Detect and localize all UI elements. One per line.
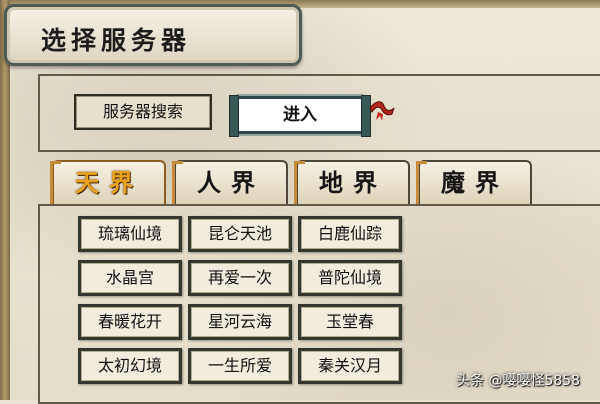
realm-tab-2[interactable]: 人界	[172, 160, 288, 204]
realm-tab-4[interactable]: 魔界	[416, 160, 532, 204]
page-title: 选择服务器	[41, 26, 192, 55]
enter-button-label: 进入	[283, 105, 317, 125]
realm-tab-label: 魔界	[441, 168, 509, 197]
enter-button[interactable]: 进入	[229, 95, 371, 137]
realm-tab-label: 天界	[75, 168, 143, 197]
server-button[interactable]: 太初幻境	[78, 348, 182, 384]
search-panel: 服务器搜索 进入	[38, 74, 600, 152]
realm-tabs: 天界 人界 地界 魔界	[50, 160, 592, 204]
server-button[interactable]: 玉堂春	[298, 304, 402, 340]
server-button[interactable]: 琉璃仙境	[78, 216, 182, 252]
server-button[interactable]: 星河云海	[188, 304, 292, 340]
realm-tab-label: 地界	[319, 168, 387, 197]
server-button[interactable]: 春暖花开	[78, 304, 182, 340]
game-screen: 选择服务器 服务器搜索 进入 天界 人界 地界 魔界 琉璃仙境 昆仑天池 白鹿仙踪水晶宫再…	[0, 0, 600, 404]
realm-tab-3[interactable]: 地界	[294, 160, 410, 204]
server-search-field[interactable]: 服务器搜索	[74, 94, 212, 130]
tab-corner-ornament	[294, 161, 305, 204]
realm-tab-1[interactable]: 天界	[50, 160, 166, 204]
title-plate: 选择服务器	[4, 4, 302, 66]
tab-corner-ornament	[416, 161, 427, 204]
realm-tab-label: 人界	[197, 168, 265, 197]
server-button[interactable]: 一生所爱	[188, 348, 292, 384]
server-button[interactable]: 昆仑天池	[188, 216, 292, 252]
server-button[interactable]: 白鹿仙踪	[298, 216, 402, 252]
tab-corner-ornament	[172, 161, 183, 204]
watermark: 头条 @嘤嘤怪5858	[456, 373, 581, 389]
server-button[interactable]: 普陀仙境	[298, 260, 402, 296]
dragon-icon	[369, 101, 395, 121]
tab-corner-ornament	[50, 161, 61, 204]
server-button[interactable]: 再爱一次	[188, 260, 292, 296]
server-button[interactable]: 水晶宫	[78, 260, 182, 296]
server-button[interactable]: 秦关汉月	[298, 348, 402, 384]
scroll-cap-left	[229, 95, 239, 137]
